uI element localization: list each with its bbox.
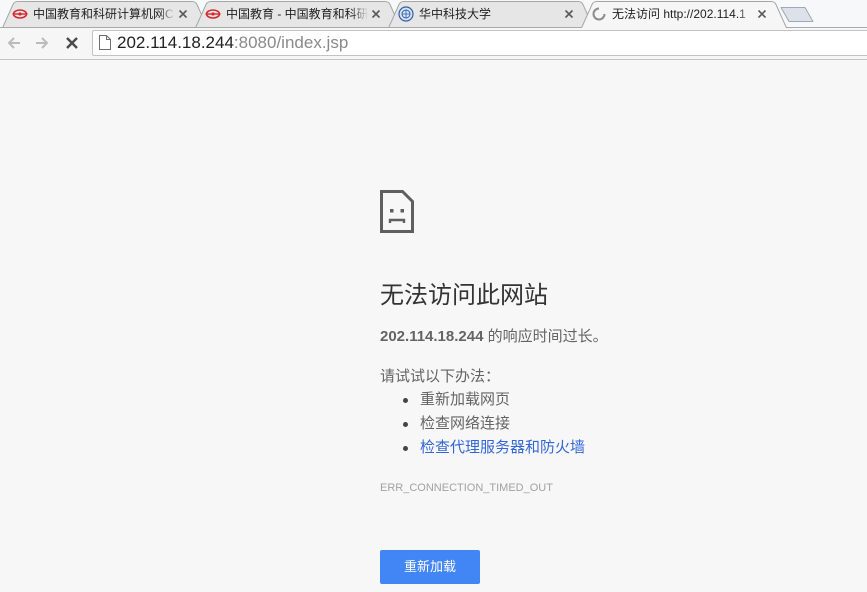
url-path: :8080/index.jsp xyxy=(233,33,349,52)
tab-hust[interactable]: 华中科技大学 xyxy=(388,0,594,28)
suggestion-text: 检查网络连接 xyxy=(420,415,511,432)
tab-title: 中国教育 - 中国教育和科研 xyxy=(226,7,368,21)
tab-close-icon[interactable] xyxy=(178,9,188,19)
forward-arrow-icon[interactable] xyxy=(34,35,50,51)
suggestion-reload-page: 重新加载网页 xyxy=(403,388,585,412)
tab-cernet-news[interactable]: 中国教育 - 中国教育和科研 xyxy=(195,0,401,28)
suggestion-text: 重新加载网页 xyxy=(420,391,511,408)
tab-close-icon[interactable] xyxy=(371,9,381,19)
suggestion-check-network: 检查网络连接 xyxy=(403,412,585,436)
tab-cernet[interactable]: 中国教育和科研计算机网C xyxy=(2,0,208,28)
page-icon[interactable] xyxy=(99,35,111,50)
suggestions-list: 重新加载网页 检查网络连接 检查代理服务器和防火墙 xyxy=(380,388,585,460)
url-host: 202.114.18.244 xyxy=(117,33,234,52)
error-message: 202.114.18.244 的响应时间过长。 xyxy=(380,327,608,347)
stop-icon[interactable] xyxy=(64,35,80,51)
error-message-text: 的响应时间过长。 xyxy=(483,328,608,345)
tab-title: 华中科技大学 xyxy=(419,7,492,21)
url-text[interactable]: 202.114.18.244:8080/index.jsp xyxy=(117,31,348,55)
cernet-logo-icon xyxy=(205,6,221,22)
suggestions-heading: 请试试以下办法： xyxy=(380,368,501,385)
bullet xyxy=(403,446,408,451)
cernet-logo-icon xyxy=(12,6,28,22)
tab-title: 无法访问 http://202.114.1 xyxy=(612,7,746,21)
tab-close-icon[interactable] xyxy=(564,9,574,19)
back-arrow-icon[interactable] xyxy=(6,35,22,51)
suggestion-check-proxy[interactable]: 检查代理服务器和防火墙 xyxy=(403,436,585,460)
tab-strip: 中国教育和科研计算机网C 中国教育 - 中国教育和科研 华中科技大学 无法访问 … xyxy=(0,0,867,28)
tab-title: 中国教育和科研计算机网C xyxy=(33,7,174,21)
sad-page-icon xyxy=(380,190,414,233)
hust-logo-icon xyxy=(398,6,414,22)
error-code: ERR_CONNECTION_TIMED_OUT xyxy=(380,482,553,494)
error-host: 202.114.18.244 xyxy=(380,328,484,345)
tab-error-page[interactable]: 无法访问 http://202.114.1 xyxy=(581,0,787,28)
bullet xyxy=(403,422,408,427)
browser-toolbar: 202.114.18.244:8080/index.jsp xyxy=(0,28,867,60)
error-title: 无法访问此网站 xyxy=(380,282,548,309)
check-proxy-firewall-link[interactable]: 检查代理服务器和防火墙 xyxy=(420,439,585,456)
address-bar[interactable]: 202.114.18.244:8080/index.jsp xyxy=(92,30,867,56)
bullet xyxy=(403,398,408,403)
loading-spinner-icon xyxy=(591,6,607,22)
tab-close-icon[interactable] xyxy=(757,9,767,19)
reload-button[interactable]: 重新加载 xyxy=(380,550,480,584)
